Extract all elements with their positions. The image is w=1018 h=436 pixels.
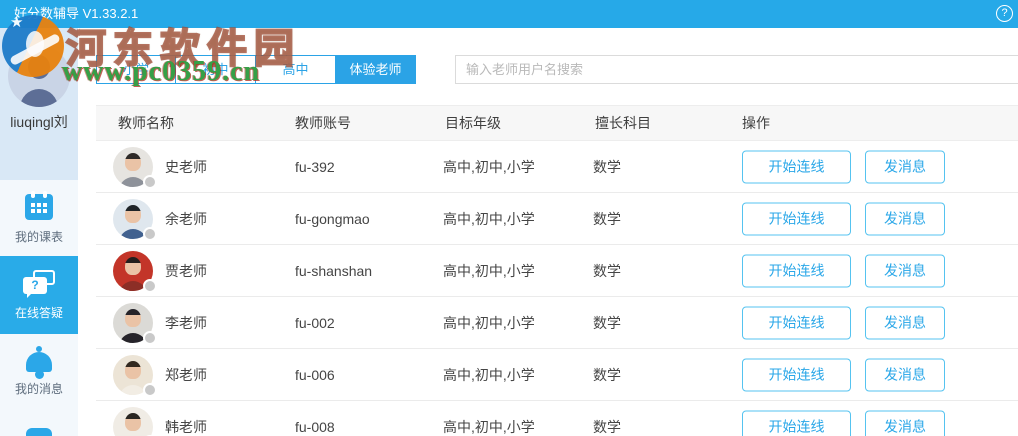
teacher-account: fu-002 [295, 314, 335, 331]
table-row: 韩老师 fu-008 高中,初中,小学 数学 开始连线 发消息 [96, 401, 1018, 436]
subject: 数学 [593, 418, 621, 435]
sidebar-item-label: 我的课表 [14, 230, 63, 244]
teacher-name: 韩老师 [165, 418, 207, 435]
calendar-icon [25, 191, 53, 220]
start-connect-button[interactable]: 开始连线 [742, 410, 851, 436]
bell-icon [26, 346, 52, 379]
subject: 数学 [593, 210, 621, 227]
teacher-photo-wrap [113, 303, 157, 345]
sidebar-item-schedule[interactable]: 我的课表 [0, 188, 78, 256]
send-message-button[interactable]: 发消息 [865, 410, 945, 436]
target-grades: 高中,初中,小学 [443, 210, 535, 227]
start-connect-button[interactable]: 开始连线 [742, 202, 851, 235]
target-grades: 高中,初中,小学 [443, 262, 535, 279]
col-teacher-account: 教师账号 [295, 115, 351, 131]
teacher-account: fu-008 [295, 418, 335, 435]
sidebar-item-label: 我的消息 [14, 382, 63, 396]
teacher-photo-wrap [113, 355, 157, 397]
send-message-button[interactable]: 发消息 [865, 150, 945, 183]
col-actions: 操作 [742, 115, 770, 131]
send-message-button[interactable]: 发消息 [865, 202, 945, 235]
tab-elementary[interactable]: 小学 [96, 55, 176, 84]
teacher-name: 余老师 [165, 210, 207, 227]
chat-question-icon: ? [23, 270, 55, 298]
send-message-button[interactable]: 发消息 [865, 254, 945, 287]
sidebar: liuqingl刘 我的课表 ? 在线答疑 我的消息 [0, 28, 78, 436]
status-indicator [143, 383, 157, 397]
target-grades: 高中,初中,小学 [443, 314, 535, 331]
teacher-photo-wrap [113, 199, 157, 241]
teacher-photo [113, 407, 153, 436]
start-connect-button[interactable]: 开始连线 [742, 306, 851, 339]
username-label: liuqingl刘 [10, 114, 68, 130]
sidebar-item-online-qa[interactable]: ? 在线答疑 [0, 256, 78, 334]
grade-tabs: 小学 初中 高中 体验老师 [96, 55, 416, 84]
table-header: 教师名称 教师账号 目标年级 擅长科目 操作 [96, 105, 1018, 141]
help-icon[interactable]: ? [996, 5, 1013, 22]
chat-bubble-front: ? [23, 277, 47, 298]
col-subject: 擅长科目 [595, 115, 651, 131]
subject: 数学 [593, 314, 621, 331]
start-connect-button[interactable]: 开始连线 [742, 254, 851, 287]
status-indicator [143, 331, 157, 345]
target-grades: 高中,初中,小学 [443, 418, 535, 435]
subject: 数学 [593, 158, 621, 175]
status-indicator [143, 279, 157, 293]
subject: 数学 [593, 262, 621, 279]
sidebar-item-messages[interactable]: 我的消息 [0, 338, 78, 410]
tab-high-school[interactable]: 高中 [256, 55, 336, 84]
table-row: 李老师 fu-002 高中,初中,小学 数学 开始连线 发消息 [96, 297, 1018, 349]
teacher-account: fu-shanshan [295, 262, 373, 279]
col-teacher-name: 教师名称 [118, 115, 174, 131]
start-connect-button[interactable]: 开始连线 [742, 358, 851, 391]
table-row: 史老师 fu-392 高中,初中,小学 数学 开始连线 发消息 [96, 141, 1018, 193]
table-row: 余老师 fu-gongmao 高中,初中,小学 数学 开始连线 发消息 [96, 193, 1018, 245]
status-indicator [143, 227, 157, 241]
target-grades: 高中,初中,小学 [443, 158, 535, 175]
user-avatar [8, 45, 70, 107]
profile-section: liuqingl刘 [0, 28, 78, 180]
subject: 数学 [593, 366, 621, 383]
app-title: 好分数辅导 V1.33.2.1 [14, 6, 139, 21]
teacher-account: fu-006 [295, 366, 335, 383]
tab-middle-school[interactable]: 初中 [176, 55, 256, 84]
start-connect-button[interactable]: 开始连线 [742, 150, 851, 183]
teacher-photo-wrap [113, 147, 157, 189]
teacher-account: fu-392 [295, 158, 335, 175]
status-indicator [143, 175, 157, 189]
teacher-photo-wrap [113, 407, 157, 436]
col-target-grade: 目标年级 [445, 115, 501, 131]
sidebar-item-partial[interactable] [0, 428, 78, 436]
partially-hidden-icon [26, 428, 52, 436]
tab-trial-teacher[interactable]: 体验老师 [336, 55, 416, 84]
teacher-table: 教师名称 教师账号 目标年级 擅长科目 操作 史老师 fu-392 高中,初中,… [96, 105, 1018, 436]
send-message-button[interactable]: 发消息 [865, 358, 945, 391]
teacher-account: fu-gongmao [295, 210, 370, 227]
sidebar-item-label: 在线答疑 [14, 306, 63, 320]
teacher-name: 贾老师 [165, 262, 207, 279]
app-window: 好分数辅导 V1.33.2.1 ? ★ 河东软件园 www.pc0359.cn … [0, 0, 1018, 436]
teacher-name: 郑老师 [165, 366, 207, 383]
table-row: 贾老师 fu-shanshan 高中,初中,小学 数学 开始连线 发消息 [96, 245, 1018, 297]
send-message-button[interactable]: 发消息 [865, 306, 945, 339]
teacher-photo-wrap [113, 251, 157, 293]
table-row: 郑老师 fu-006 高中,初中,小学 数学 开始连线 发消息 [96, 349, 1018, 401]
teacher-name: 史老师 [165, 158, 207, 175]
search-input[interactable] [455, 55, 1018, 84]
title-bar: 好分数辅导 V1.33.2.1 ? [0, 0, 1018, 28]
teacher-name: 李老师 [165, 314, 207, 331]
target-grades: 高中,初中,小学 [443, 366, 535, 383]
